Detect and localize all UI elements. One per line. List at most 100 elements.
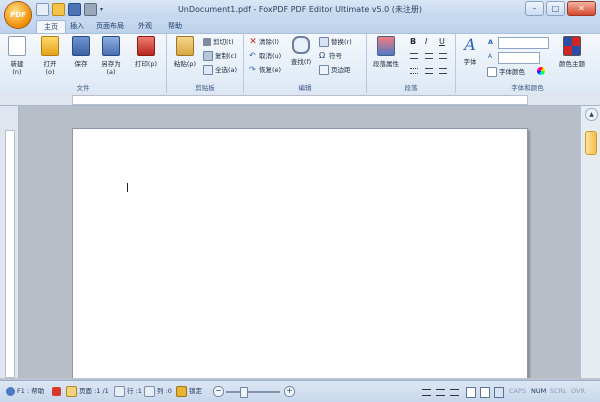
font-color-label: 字体颜色 <box>499 68 525 76</box>
new-document-icon <box>8 36 26 56</box>
view-web-icon[interactable] <box>494 387 504 398</box>
indent-decrease-icon[interactable] <box>425 68 433 74</box>
paragraph-props-button[interactable]: 段落属性 <box>371 36 401 68</box>
save-as-button[interactable]: 另存为(a) <box>97 36 125 76</box>
undo-button[interactable]: ↶ 取消(u) <box>249 51 281 61</box>
clear-button[interactable]: ✕ 清除(l) <box>249 37 279 47</box>
printer-icon <box>137 36 155 56</box>
clear-label: 清除(l) <box>259 38 279 46</box>
zoom-in-button[interactable]: + <box>284 386 295 397</box>
scissors-icon <box>203 38 211 46</box>
view-align-left-icon[interactable] <box>422 389 431 396</box>
minimize-button[interactable]: – <box>525 1 544 16</box>
italic-button[interactable]: I <box>425 37 427 47</box>
open-button[interactable]: 打开(o) <box>39 36 61 76</box>
text-cursor <box>127 183 128 192</box>
open-label: 打开(o) <box>43 60 57 76</box>
document-page[interactable] <box>72 128 528 378</box>
font-color-button[interactable]: 字体颜色 <box>487 67 525 77</box>
lock-label: 锁定 <box>189 387 202 395</box>
replace-label: 替换(r) <box>331 38 352 46</box>
view-page-icon[interactable] <box>466 387 476 398</box>
vertical-scrollbar[interactable]: ▲ <box>580 106 600 378</box>
font-shrink-icon[interactable]: A <box>488 52 492 62</box>
horizontal-ruler[interactable] <box>0 93 600 106</box>
color-wheel-icon[interactable] <box>537 67 545 75</box>
zoom-slider-thumb[interactable] <box>240 387 248 398</box>
color-theme-button[interactable]: 颜色主题 <box>555 36 589 68</box>
page-margin-icon <box>319 65 329 75</box>
page-icon <box>66 385 77 397</box>
tab-home[interactable]: 主页 <box>36 20 66 34</box>
maximize-button[interactable]: □ <box>546 1 565 16</box>
save-as-icon <box>102 36 120 56</box>
view-align-right-icon[interactable] <box>450 389 459 396</box>
edit-group-label: 编辑 <box>298 84 312 92</box>
row-status: 行 :1 <box>114 385 142 397</box>
help-status[interactable]: F1 : 帮助 <box>6 385 44 397</box>
paste-button[interactable]: 粘贴(p) <box>172 36 198 68</box>
tab-page-layout[interactable]: 页面布局 <box>92 20 128 33</box>
row-label: 行 :1 <box>127 387 142 395</box>
symbol-button[interactable]: Ω 符号 <box>319 51 342 61</box>
align-center-icon[interactable] <box>425 53 433 59</box>
row-icon <box>114 385 125 397</box>
font-name-select[interactable] <box>498 37 549 49</box>
save-label: 保存 <box>74 60 88 68</box>
tab-insert[interactable]: 插入 <box>66 20 88 33</box>
pdf-status-icon <box>52 385 63 397</box>
font-button[interactable]: A 字体 <box>459 35 481 67</box>
ribbon: 新建(n) 打开(o) 保存 另存为(a) 打印(p) 文件 粘贴(p) 剪切(… <box>0 33 600 94</box>
redo-label: 恢复(e) <box>259 66 282 74</box>
document-canvas[interactable] <box>19 106 580 378</box>
replace-button[interactable]: 替换(r) <box>319 37 352 47</box>
vertical-ruler[interactable] <box>0 106 19 378</box>
caps-indicator: CAPS <box>509 387 527 395</box>
title-bar: ▾ UnDocument1.pdf - FoxPDF PDF Editor Ul… <box>0 0 600 19</box>
print-label: 打印(p) <box>134 60 158 68</box>
clipboard-icon <box>176 36 194 56</box>
font-label: 字体 <box>463 58 477 66</box>
save-button[interactable]: 保存 <box>70 36 92 68</box>
copy-button[interactable]: 复制(c) <box>203 51 237 61</box>
redo-button[interactable]: ↷ 恢复(e) <box>249 65 281 75</box>
status-bar: F1 : 帮助 页面 :1 /1 行 :1 列 :0 锁定 − + CAPS N… <box>0 380 600 402</box>
find-label: 查找(f) <box>290 58 312 66</box>
zoom-out-button[interactable]: − <box>213 386 224 397</box>
font-grow-icon[interactable]: A <box>488 37 493 47</box>
indent-increase-icon[interactable] <box>439 68 447 74</box>
tab-help[interactable]: 帮助 <box>164 20 186 33</box>
paragraph-props-label: 段落属性 <box>373 60 399 68</box>
num-indicator: NUM <box>531 387 547 395</box>
scroll-up-icon[interactable]: ▲ <box>585 108 598 121</box>
new-button[interactable]: 新建(n) <box>6 36 28 76</box>
view-two-page-icon[interactable] <box>480 387 490 398</box>
redo-icon: ↷ <box>249 65 256 74</box>
paragraph-group-label: 段落 <box>404 84 418 92</box>
bold-button[interactable]: B <box>410 37 416 47</box>
select-all-button[interactable]: 全选(a) <box>203 65 237 75</box>
zoom-slider-track[interactable] <box>226 391 280 393</box>
align-left-icon[interactable] <box>410 53 418 59</box>
list-icon[interactable] <box>410 68 418 74</box>
cut-button[interactable]: 剪切(t) <box>203 37 234 47</box>
app-logo[interactable]: PDF <box>5 2 31 28</box>
help-icon <box>6 386 15 396</box>
edit-group: ✕ 清除(l) ↶ 取消(u) ↷ 恢复(e) 查找(f) 替换(r) Ω 符号 页边距… <box>244 34 367 93</box>
view-align-center-icon[interactable] <box>436 389 445 396</box>
underline-button[interactable]: U <box>439 37 445 47</box>
font-a-icon: A <box>464 35 476 54</box>
page-margin-button[interactable]: 页边距 <box>319 65 351 75</box>
tab-appearance[interactable]: 外观 <box>134 20 156 33</box>
ruler-track <box>72 95 528 105</box>
lock-status[interactable]: 锁定 <box>176 385 202 397</box>
print-button[interactable]: 打印(p) <box>134 36 158 68</box>
align-right-icon[interactable] <box>439 53 447 59</box>
col-status: 列 :0 <box>144 385 172 397</box>
font-group-label: 字体和颜色 <box>511 84 544 92</box>
font-size-select[interactable] <box>498 52 540 64</box>
find-button[interactable]: 查找(f) <box>290 36 312 66</box>
scroll-thumb[interactable] <box>585 131 597 155</box>
floppy-icon <box>72 36 90 56</box>
close-button[interactable]: ✕ <box>567 1 596 16</box>
